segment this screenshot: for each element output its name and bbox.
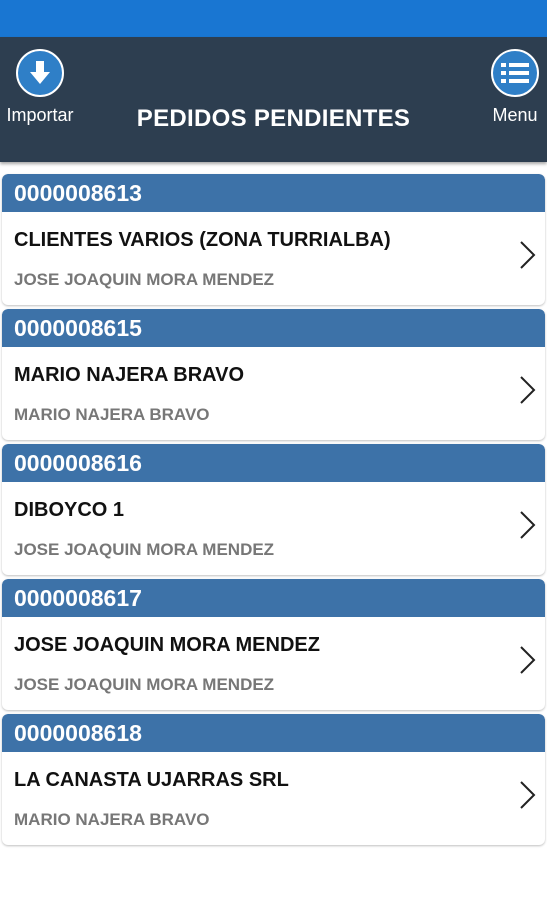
chevron-right-icon — [520, 781, 536, 809]
client-name: JOSE JOAQUIN MORA MENDEZ — [14, 634, 320, 656]
chevron-right-icon — [520, 376, 536, 404]
seller-name: MARIO NAJERA BRAVO — [14, 810, 210, 829]
client-name: MARIO NAJERA BRAVO — [14, 364, 245, 386]
order-item[interactable]: 0000008616 DIBOYCO 1 JOSE JOAQUIN MORA M… — [2, 444, 545, 575]
app-header: Importar PEDIDOS PENDIENTES Menu — [0, 37, 547, 162]
chevron-right-icon — [520, 511, 536, 539]
order-number: 0000008616 — [2, 444, 545, 482]
seller-name: JOSE JOAQUIN MORA MENDEZ — [14, 270, 275, 289]
menu-label: Menu — [492, 105, 538, 125]
order-body: LA CANASTA UJARRAS SRL MARIO NAJERA BRAV… — [2, 752, 545, 845]
menu-button[interactable]: Menu — [483, 49, 547, 126]
order-body: DIBOYCO 1 JOSE JOAQUIN MORA MENDEZ — [2, 482, 545, 575]
client-name: LA CANASTA UJARRAS SRL — [14, 769, 289, 791]
client-name: CLIENTES VARIOS (ZONA TURRIALBA) — [14, 229, 391, 251]
chevron-right-icon — [520, 646, 536, 674]
order-number: 0000008617 — [2, 579, 545, 617]
seller-name: JOSE JOAQUIN MORA MENDEZ — [14, 540, 275, 559]
seller-name: MARIO NAJERA BRAVO — [14, 405, 210, 424]
order-item[interactable]: 0000008618 LA CANASTA UJARRAS SRL MARIO … — [2, 714, 545, 845]
client-name: DIBOYCO 1 — [14, 499, 125, 521]
order-number: 0000008615 — [2, 309, 545, 347]
order-body: JOSE JOAQUIN MORA MENDEZ JOSE JOAQUIN MO… — [2, 617, 545, 710]
order-number: 0000008613 — [2, 174, 545, 212]
order-body: MARIO NAJERA BRAVO MARIO NAJERA BRAVO — [2, 347, 545, 440]
order-body: CLIENTES VARIOS (ZONA TURRIALBA) JOSE JO… — [2, 212, 545, 305]
seller-name: JOSE JOAQUIN MORA MENDEZ — [14, 675, 275, 694]
download-icon — [16, 49, 64, 97]
order-item[interactable]: 0000008617 JOSE JOAQUIN MORA MENDEZ JOSE… — [2, 579, 545, 710]
order-number: 0000008618 — [2, 714, 545, 752]
order-list: 0000008613 CLIENTES VARIOS (ZONA TURRIAL… — [0, 162, 547, 845]
list-icon — [491, 49, 539, 97]
order-item[interactable]: 0000008615 MARIO NAJERA BRAVO MARIO NAJE… — [2, 309, 545, 440]
order-item[interactable]: 0000008613 CLIENTES VARIOS (ZONA TURRIAL… — [2, 174, 545, 305]
chevron-right-icon — [520, 241, 536, 269]
page-title: PEDIDOS PENDIENTES — [136, 105, 411, 132]
status-bar — [0, 0, 547, 37]
